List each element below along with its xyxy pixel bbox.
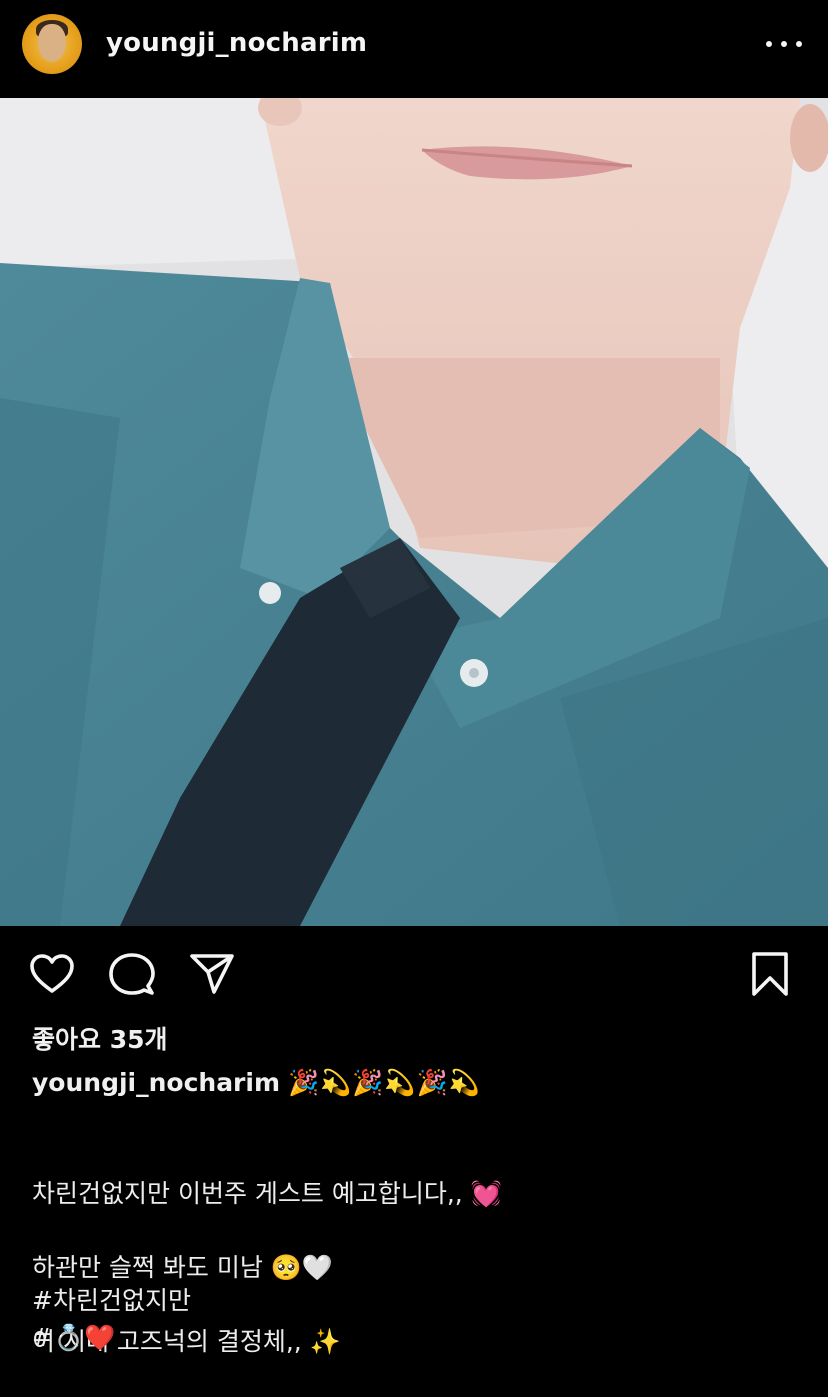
action-bar [0, 940, 828, 1010]
header-username[interactable]: youngji_nocharim [106, 28, 367, 58]
caption-line: 차린건없지만 이번주 게스트 예고합니다,, 💓 [32, 1179, 502, 1208]
caption-username[interactable]: youngji_nocharim [32, 1068, 280, 1097]
caption-emojis: 🎉💫🎉💫🎉💫 [288, 1068, 481, 1097]
caption-header: youngji_nocharim 🎉💫🎉💫🎉💫 [32, 1068, 481, 1098]
post-photo[interactable] [0, 98, 828, 926]
hashtags: #차린건없지만 #💍❤️ [32, 1282, 191, 1356]
more-options-icon[interactable] [766, 30, 802, 58]
avatar-face [38, 24, 66, 62]
more-dot [796, 41, 802, 47]
paper-plane-icon[interactable] [188, 950, 236, 998]
comment-bubble-icon[interactable] [108, 950, 156, 998]
post-header: youngji_nocharim [0, 0, 828, 98]
post-photo-illustration [0, 98, 828, 926]
profile-avatar[interactable] [22, 14, 82, 74]
hashtag-link[interactable]: #💍❤️ [32, 1319, 191, 1356]
caption-line: 하관만 슬쩍 봐도 미남 🥺🤍 [32, 1253, 334, 1282]
caption-body: 차린건없지만 이번주 게스트 예고합니다,, 💓 하관만 슬쩍 봐도 미남 🥺🤍… [32, 1138, 502, 1397]
heart-icon[interactable] [28, 950, 76, 998]
more-dot [781, 41, 787, 47]
likes-count[interactable]: 좋아요 35개 [32, 1020, 168, 1056]
hashtag-link[interactable]: #차린건없지만 [32, 1282, 191, 1319]
more-dot [766, 41, 772, 47]
bookmark-icon[interactable] [746, 950, 794, 998]
